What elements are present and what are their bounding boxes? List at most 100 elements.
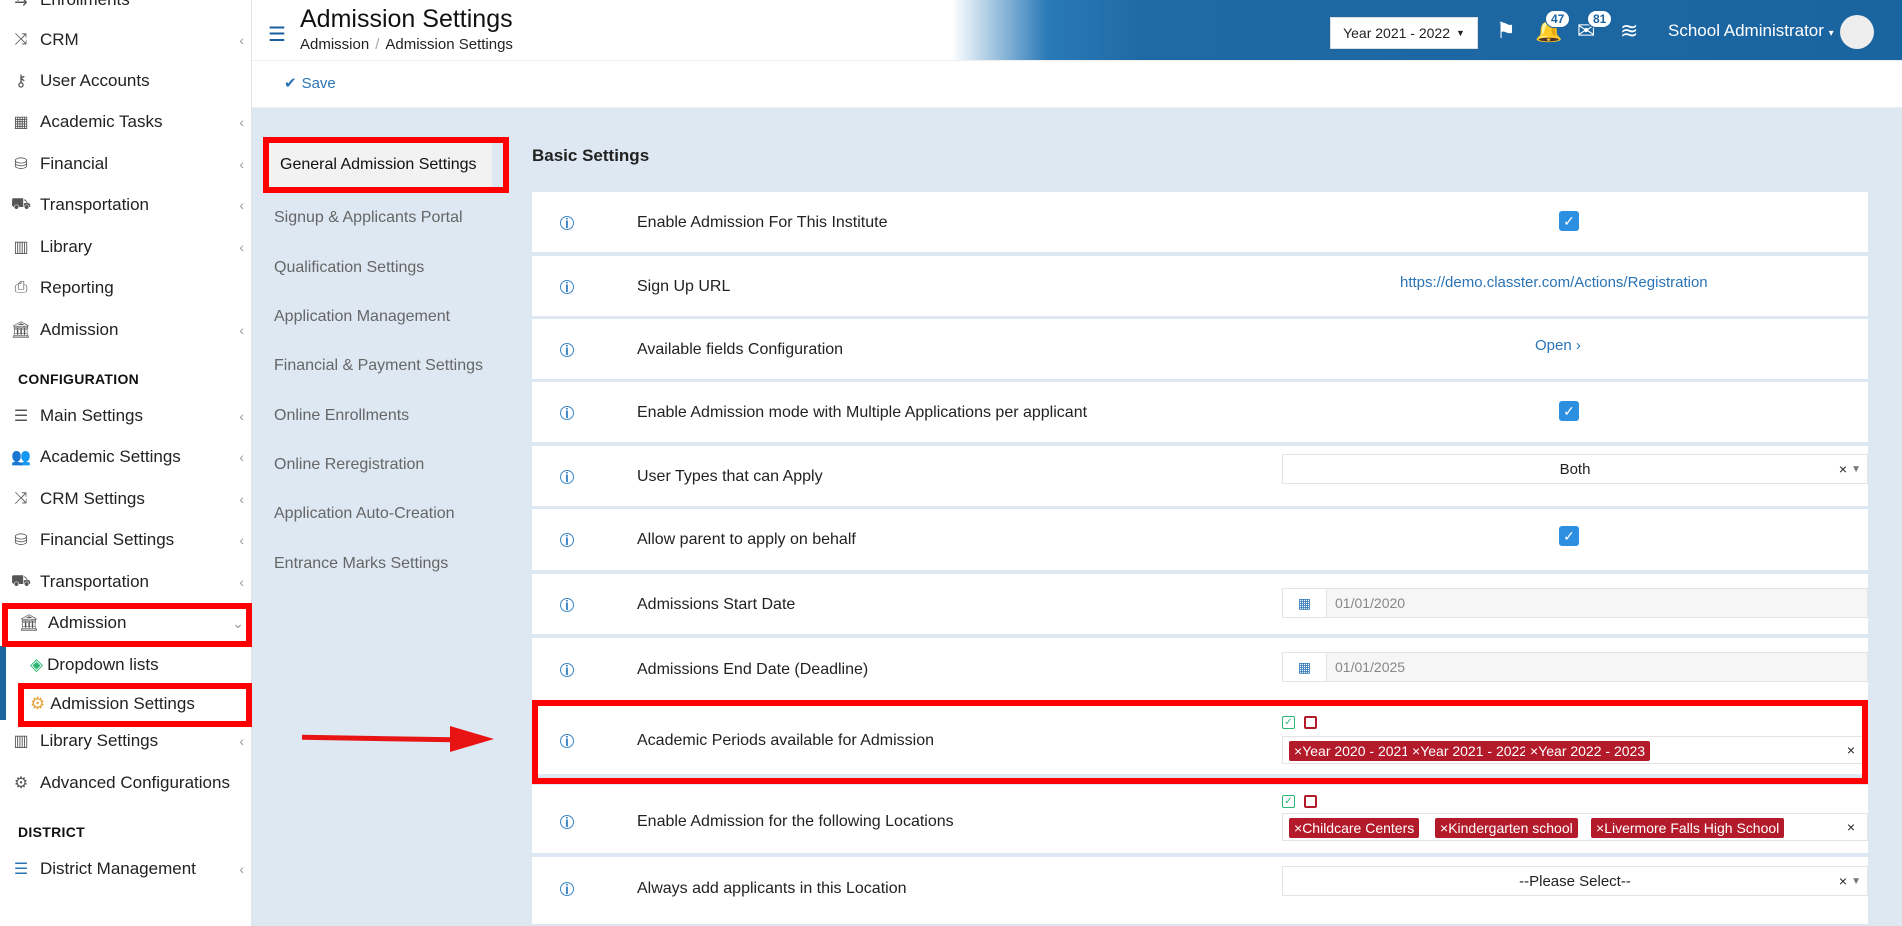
crm-icon: ⤨ (14, 31, 28, 48)
info-icon[interactable]: i (560, 279, 574, 295)
tab-entrance-marks-settings[interactable]: Entrance Marks Settings (274, 555, 448, 573)
sidebar-item-district-management[interactable]: ☰ District Management ‹ (0, 851, 251, 887)
always-add-location-select[interactable]: --Please Select-- × ▼ (1282, 866, 1868, 896)
info-icon[interactable]: i (560, 532, 574, 548)
sidebar-item-reporting[interactable]: ⎙ Reporting (0, 270, 251, 306)
clear-icon[interactable]: × (1839, 461, 1847, 477)
sidebar-item-library-settings[interactable]: ▥ Library Settings ‹ (0, 723, 251, 759)
info-icon[interactable]: i (560, 881, 574, 897)
sidebar-item-advanced-configurations[interactable]: ⚙ Advanced Configurations (0, 765, 251, 801)
period-tag[interactable]: × Year 2022 - 2023 (1525, 741, 1651, 761)
sidebar-item-admission-config[interactable]: 🏛 Admission ⌄ (8, 605, 251, 641)
sidebar-item-academic-settings[interactable]: 👥 Academic Settings ‹ (0, 439, 251, 475)
setting-row: i User Types that can Apply Both × ▼ (532, 446, 1868, 508)
users-icon: 👥 (11, 449, 31, 466)
sidebar-item-academic-tasks[interactable]: ▦ Academic Tasks ‹ (0, 104, 251, 140)
setting-label: Enable Admission For This Institute (637, 214, 888, 231)
sidebar-item-user-accounts[interactable]: ⚷ User Accounts (0, 63, 251, 99)
location-tag[interactable]: × Livermore Falls High School (1591, 818, 1785, 838)
setting-row: i Sign Up URL https://demo.classter.com/… (532, 256, 1868, 318)
sliders-icon: ☰ (13, 408, 29, 425)
hamburger-menu-icon[interactable]: ☰ (268, 22, 286, 47)
locations-multiselect[interactable]: × Childcare Centers × Kindergarten school … (1282, 813, 1868, 841)
tab-signup-applicants-portal[interactable]: Signup & Applicants Portal (274, 209, 463, 227)
sidebar-item-admission[interactable]: 🏛 Admission ‹ (0, 312, 251, 348)
parent-apply-checkbox[interactable]: ✓ (1559, 526, 1579, 546)
tab-online-reregistration[interactable]: Online Reregistration (274, 456, 424, 474)
start-date-input[interactable]: ▦ 01/01/2020 (1282, 588, 1868, 618)
location-tag[interactable]: × Childcare Centers (1289, 818, 1420, 838)
bus-icon: ⛟ (10, 196, 32, 213)
tab-general-admission-settings[interactable]: General Admission Settings (268, 141, 492, 189)
tab-online-enrollments[interactable]: Online Enrollments (274, 407, 409, 425)
printer-icon: ⎙ (14, 279, 28, 296)
enable-admission-checkbox[interactable]: ✓ (1559, 211, 1579, 231)
setting-row: i Enable Admission mode with Multiple Ap… (532, 382, 1868, 444)
breadcrumb-item[interactable]: Admission (300, 36, 369, 53)
sidebar-item-transportation[interactable]: ⛟ Transportation ‹ (0, 187, 251, 223)
clear-icon[interactable]: × (1847, 742, 1855, 758)
tab-qualification-settings[interactable]: Qualification Settings (274, 259, 424, 277)
avatar[interactable] (1840, 15, 1874, 49)
app-root: ⇆Enrollments ⤨CRM‹ ⚷User Accounts ▦Acade… (0, 0, 1902, 926)
period-tag[interactable]: × Year 2020 - 2021 (1289, 741, 1415, 761)
year-select[interactable]: Year 2021 - 2022 ▼ (1330, 17, 1478, 49)
info-icon[interactable]: i (560, 814, 574, 830)
select-all-icon[interactable]: ✓ (1282, 795, 1295, 808)
breadcrumb-item: Admission Settings (385, 36, 513, 53)
bell-icon[interactable]: 🔔 47 (1535, 10, 1571, 44)
clear-icon[interactable]: × (1847, 819, 1855, 835)
user-menu[interactable]: School Administrator ▾ (1668, 21, 1834, 41)
academic-periods-multiselect[interactable]: × Year 2020 - 2021 × Year 2021 - 2022 × Yea… (1282, 736, 1868, 764)
user-types-select[interactable]: Both × ▼ (1282, 454, 1868, 484)
tab-financial-payment-settings[interactable]: Financial & Payment Settings (274, 357, 483, 375)
tab-application-management[interactable]: Application Management (274, 308, 450, 326)
setting-label: Admissions Start Date (637, 596, 796, 613)
sidebar-sub-admission-settings[interactable]: ⚙ Admission Settings (30, 687, 251, 721)
info-icon[interactable]: i (560, 597, 574, 613)
sidebar-item-enrollments[interactable]: ⇆Enrollments (0, 0, 251, 18)
multi-application-checkbox[interactable]: ✓ (1559, 401, 1579, 421)
calendar-icon[interactable]: ▦ (1283, 653, 1327, 681)
books-icon: ▥ (13, 239, 29, 256)
settings-panel: Basic Settings i Enable Admission For Th… (532, 108, 1902, 926)
info-icon[interactable]: i (560, 469, 574, 485)
sidebar-item-main-settings[interactable]: ☰ Main Settings ‹ (0, 398, 251, 434)
list-icon: ☰ (13, 861, 29, 878)
info-icon[interactable]: i (560, 342, 574, 358)
sidebar-item-crm-settings[interactable]: ⤨ CRM Settings ‹ (0, 481, 251, 517)
end-date-input[interactable]: ▦ 01/01/2025 (1282, 652, 1868, 682)
envelope-icon[interactable]: ✉ 81 (1577, 10, 1613, 44)
calendar-icon[interactable]: ▦ (1283, 589, 1327, 617)
bus-icon: ⛟ (10, 573, 32, 590)
deselect-all-icon[interactable] (1304, 716, 1317, 729)
location-tag[interactable]: × Kindergarten school (1435, 818, 1578, 838)
period-tag[interactable]: × Year 2021 - 2022 (1407, 741, 1533, 761)
deselect-all-icon[interactable] (1304, 795, 1317, 808)
info-icon[interactable]: i (560, 405, 574, 421)
institution-icon: 🏛 (18, 615, 40, 632)
flag-icon[interactable]: ⚑ (1496, 18, 1516, 44)
open-fields-link[interactable]: Open › (1535, 337, 1581, 354)
gear-icon: ⚙ (30, 694, 46, 713)
layers-icon[interactable]: ≋ (1620, 18, 1638, 44)
info-icon[interactable]: i (560, 662, 574, 678)
info-icon[interactable]: i (560, 733, 574, 749)
sidebar-item-financial-settings[interactable]: ⛁ Financial Settings ‹ (0, 522, 251, 558)
active-indicator (0, 646, 6, 720)
key-icon: ⚷ (15, 73, 27, 90)
sidebar-sub-dropdown-lists[interactable]: ◈ Dropdown lists (30, 648, 251, 682)
clear-icon[interactable]: × (1839, 873, 1847, 889)
sidebar-item-financial[interactable]: ⛁ Financial ‹ (0, 146, 251, 182)
info-icon[interactable]: i (560, 215, 574, 231)
chevron-left-icon: ‹ (239, 861, 244, 877)
sidebar-item-transportation-settings[interactable]: ⛟ Transportation ‹ (0, 564, 251, 600)
sidebar-item-crm[interactable]: ⤨ CRM ‹ (0, 22, 251, 58)
sidebar-item-library[interactable]: ▥ Library ‹ (0, 229, 251, 265)
setting-label: Enable Admission mode with Multiple Appl… (637, 404, 1088, 421)
setting-row: i Admissions Start Date ▦ 01/01/2020 (532, 574, 1868, 636)
save-button[interactable]: ✔ Save (284, 74, 336, 93)
signup-url-link[interactable]: https://demo.classter.com/Actions/Regist… (1400, 274, 1708, 291)
select-all-icon[interactable]: ✓ (1282, 716, 1295, 729)
tab-application-auto-creation[interactable]: Application Auto-Creation (274, 505, 455, 523)
